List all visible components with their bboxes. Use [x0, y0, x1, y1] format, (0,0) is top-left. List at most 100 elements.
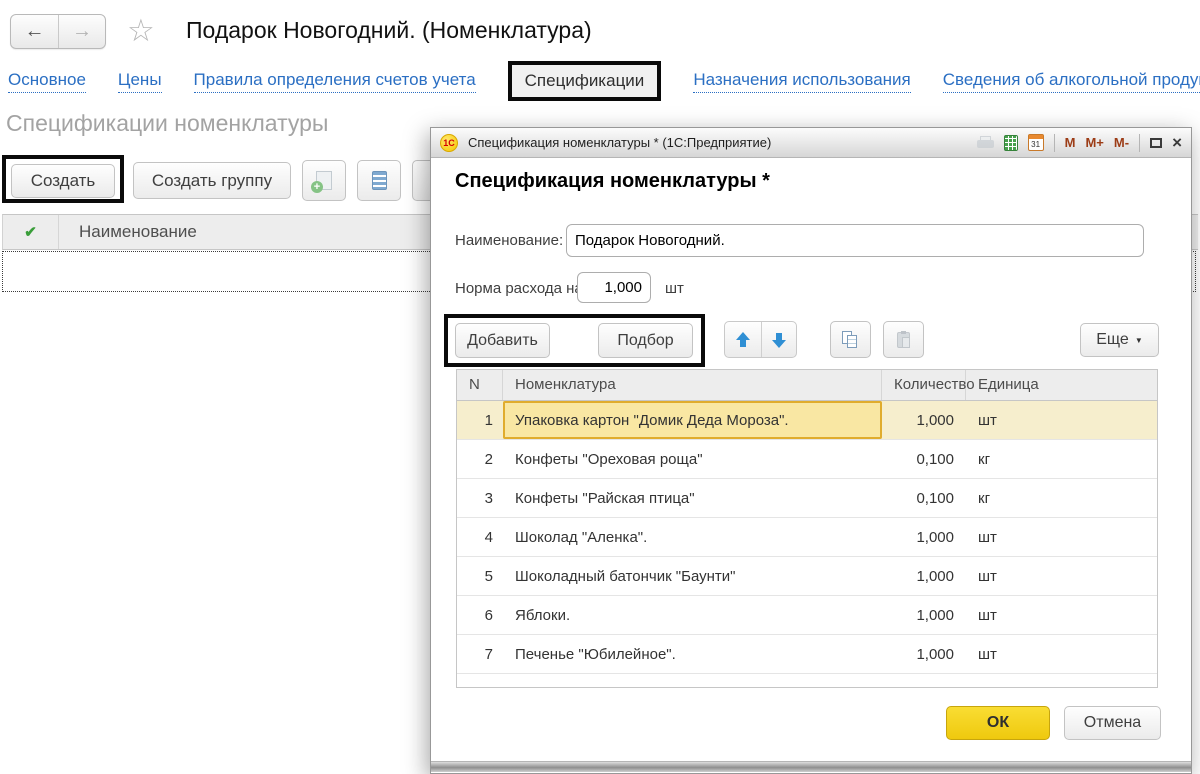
name-field-label: Наименование:	[455, 232, 563, 249]
row-quantity: 0,100	[882, 440, 966, 478]
row-nomenclature: Шоколадный батончик "Баунти"	[503, 557, 882, 595]
app-screen: ← → ☆ Подарок Новогодний. (Номенклатура)…	[0, 0, 1200, 774]
column-header-n[interactable]: N	[457, 370, 503, 400]
column-header-nomenclature[interactable]: Номенклатура	[503, 370, 882, 400]
move-row-buttons	[724, 321, 797, 358]
nav-link-ceny[interactable]: Цены	[118, 70, 162, 93]
row-unit: шт	[966, 635, 1157, 673]
row-number: 4	[457, 518, 503, 556]
row-quantity: 1,000	[882, 635, 966, 673]
forward-button[interactable]: →	[58, 15, 105, 48]
move-up-button[interactable]	[725, 322, 761, 357]
row-unit: шт	[966, 557, 1157, 595]
row-number: 1	[457, 401, 503, 439]
nav-bar: Основное Цены Правила определения счетов…	[8, 58, 1200, 104]
row-unit: шт	[966, 596, 1157, 634]
check-icon: ✔	[24, 223, 37, 241]
table-row[interactable]: 4 Шоколад "Аленка". 1,000 шт	[457, 518, 1157, 557]
row-number: 3	[457, 479, 503, 517]
row-number: 2	[457, 440, 503, 478]
column-header-quantity[interactable]: Количество	[882, 370, 966, 400]
row-quantity: 1,000	[882, 518, 966, 556]
row-quantity: 0,100	[882, 479, 966, 517]
back-arrow-icon: ←	[25, 20, 45, 43]
row-nomenclature: Яблоки.	[503, 596, 882, 634]
create-group-button[interactable]: Создать группу	[133, 162, 291, 199]
row-number: 7	[457, 635, 503, 673]
row-nomenclature: Конфеты "Ореховая роща"	[503, 440, 882, 478]
table-row[interactable]: 1 Упаковка картон "Домик Деда Мороза". 1…	[457, 401, 1157, 440]
section-title: Спецификации номенклатуры	[6, 110, 328, 137]
nav-link-osnovnoe[interactable]: Основное	[8, 70, 86, 93]
dialog-titlebar[interactable]: 1С Спецификация номенклатуры * (1С:Предп…	[431, 128, 1191, 158]
column-header-unit[interactable]: Единица	[966, 370, 1157, 400]
titlebar-separator	[1054, 134, 1055, 152]
copy-item-button[interactable]: +	[302, 160, 346, 201]
check-column-header[interactable]: ✔	[3, 215, 59, 249]
dialog-heading: Спецификация номенклатуры *	[455, 170, 770, 193]
paste-rows-button[interactable]	[883, 321, 924, 358]
more-button[interactable]: Еще ▼	[1080, 323, 1159, 357]
add-button[interactable]: Добавить	[455, 323, 550, 358]
ok-button[interactable]: ОК	[946, 706, 1050, 740]
row-unit: шт	[966, 518, 1157, 556]
specification-dialog: 1С Спецификация номенклатуры * (1С:Предп…	[430, 127, 1192, 774]
memory-m-minus-button[interactable]: М-	[1114, 135, 1129, 150]
titlebar-icons: 31 М М+ М- ×	[977, 134, 1182, 152]
dialog-titlebar-text: Спецификация номенклатуры * (1С:Предприя…	[466, 135, 969, 150]
table-row[interactable]: 5 Шоколадный батончик "Баунти" 1,000 шт	[457, 557, 1157, 596]
down-arrow-icon	[771, 332, 787, 348]
copy-rows-button[interactable]	[830, 321, 871, 358]
memory-m-button[interactable]: М	[1065, 135, 1076, 150]
name-input[interactable]	[566, 224, 1144, 257]
forward-arrow-icon: →	[72, 20, 92, 43]
table-row[interactable]: 2 Конфеты "Ореховая роща" 0,100 кг	[457, 440, 1157, 479]
close-icon[interactable]: ×	[1172, 136, 1182, 150]
norm-unit-label: шт	[665, 280, 684, 297]
nav-link-pravila[interactable]: Правила определения счетов учета	[194, 70, 476, 93]
nav-tab-specifikacii-active[interactable]: Спецификации	[508, 61, 662, 101]
more-button-label: Еще	[1096, 331, 1129, 349]
nav-link-naznacheniya[interactable]: Назначения использования	[693, 70, 910, 93]
table-row[interactable]: 7 Печенье "Юбилейное". 1,000 шт	[457, 635, 1157, 674]
calculator-icon[interactable]	[1004, 135, 1018, 151]
row-number: 5	[457, 557, 503, 595]
row-quantity: 1,000	[882, 401, 966, 439]
titlebar-separator	[1139, 134, 1140, 152]
specification-items-table: N Номенклатура Количество Единица 1 Упак…	[456, 369, 1158, 688]
calendar-day: 31	[1029, 140, 1043, 149]
history-nav-group: ← →	[10, 14, 106, 49]
copy-icon	[842, 331, 860, 349]
1c-logo-icon: 1С	[440, 134, 458, 152]
favorite-star-icon[interactable]: ☆	[127, 13, 155, 49]
maximize-icon[interactable]	[1150, 138, 1162, 148]
table-header-row: N Номенклатура Количество Единица	[457, 370, 1157, 401]
dialog-bottom-frame	[431, 761, 1191, 772]
calendar-icon[interactable]: 31	[1028, 134, 1044, 151]
row-nomenclature: Конфеты "Райская птица"	[503, 479, 882, 517]
row-quantity: 1,000	[882, 596, 966, 634]
print-icon[interactable]	[977, 136, 994, 150]
row-number: 6	[457, 596, 503, 634]
row-unit: шт	[966, 401, 1157, 439]
norm-input[interactable]	[577, 272, 651, 303]
back-button[interactable]: ←	[11, 15, 58, 48]
row-quantity: 1,000	[882, 557, 966, 595]
list-icon	[372, 171, 387, 190]
table-row[interactable]: 6 Яблоки. 1,000 шт	[457, 596, 1157, 635]
table-row[interactable]: 3 Конфеты "Райская птица" 0,100 кг	[457, 479, 1157, 518]
nav-link-svedeniya-alkogol[interactable]: Сведения об алкогольной продук	[943, 70, 1200, 93]
up-arrow-icon	[735, 332, 751, 348]
create-button[interactable]: Создать	[11, 164, 115, 198]
norm-field-label: Норма расхода на	[455, 280, 583, 297]
row-unit: кг	[966, 479, 1157, 517]
row-unit: кг	[966, 440, 1157, 478]
move-down-button[interactable]	[761, 322, 797, 357]
memory-m-plus-button[interactable]: М+	[1085, 135, 1103, 150]
table-empty-space	[457, 674, 1157, 687]
cancel-button[interactable]: Отмена	[1064, 706, 1161, 740]
list-view-button[interactable]	[357, 160, 401, 201]
document-plus-icon: +	[316, 171, 332, 190]
pick-button[interactable]: Подбор	[598, 323, 693, 358]
row-nomenclature: Печенье "Юбилейное".	[503, 635, 882, 673]
